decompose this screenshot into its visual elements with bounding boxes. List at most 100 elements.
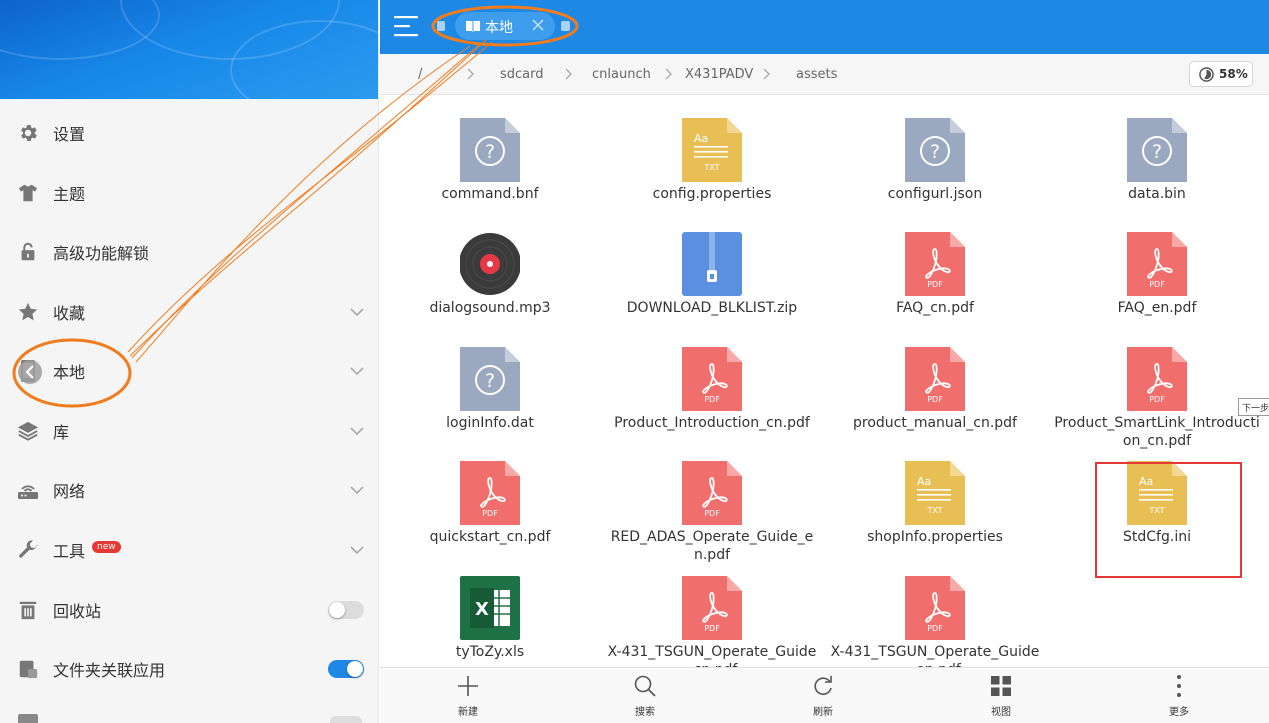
sidebar-item-theme[interactable]: 主题 xyxy=(0,163,378,222)
sidebar-item-label: 网络 xyxy=(53,481,86,501)
file-item[interactable]: PDF quickstart_cn.pdf xyxy=(380,439,600,554)
unknown-file-icon: ? xyxy=(905,118,965,182)
sidebar-item-label: 高级功能解锁 xyxy=(53,243,150,263)
storage-usage-button[interactable]: 58% xyxy=(1189,61,1253,87)
tooltip: 下一步 xyxy=(1238,398,1269,416)
file-name: Product_Introduction_cn.pdf xyxy=(614,415,810,431)
svg-text:PDF: PDF xyxy=(704,509,720,518)
sidebar-item-label: 收藏 xyxy=(53,303,86,323)
menu-icon[interactable] xyxy=(394,14,420,38)
breadcrumb-assets[interactable]: assets xyxy=(796,67,837,82)
file-item[interactable]: ? loginInfo.dat xyxy=(380,325,600,440)
chevron-down-icon[interactable] xyxy=(349,304,365,320)
file-item[interactable]: ? data.bin xyxy=(1047,96,1267,211)
file-name: config.properties xyxy=(652,186,772,202)
chevron-down-icon[interactable] xyxy=(349,482,365,498)
audio-file-icon xyxy=(460,232,520,296)
sidebar-item-network[interactable]: 网络 xyxy=(0,460,378,519)
file-name: DOWNLOAD_BLKLIST.zip xyxy=(626,300,798,316)
next-tab-edge[interactable] xyxy=(561,21,570,31)
file-item[interactable]: PDF X-431_TSGUN_Operate_Guide_en.pdf xyxy=(825,554,1045,667)
file-item[interactable]: Aa TXT StdCfg.ini xyxy=(1047,439,1267,554)
chevron-down-icon[interactable] xyxy=(349,363,365,379)
svg-text:TXT: TXT xyxy=(703,163,719,172)
sidebar-item-settings[interactable]: 设置 xyxy=(0,103,378,162)
gear-icon xyxy=(16,121,40,145)
unknown-file-icon: ? xyxy=(1127,118,1187,182)
svg-text:PDF: PDF xyxy=(704,395,720,404)
sidebar-item-favorites[interactable]: 收藏 xyxy=(0,282,378,341)
file-name: quickstart_cn.pdf xyxy=(429,529,551,545)
file-name: X-431_TSGUN_Operate_Guide_cn.pdf xyxy=(607,644,817,667)
chevron-down-icon[interactable] xyxy=(349,423,365,439)
file-grid: ? command.bnf Aa TXT config.properties? confi… xyxy=(380,96,1269,667)
breadcrumb-cnlaunch[interactable]: cnlaunch xyxy=(592,67,651,82)
sidebar-item-folder-apps[interactable]: 文件夹关联应用 xyxy=(0,639,378,698)
file-item[interactable]: PDF Product_Introduction_cn.pdf xyxy=(602,325,822,440)
svg-text:PDF: PDF xyxy=(482,509,498,518)
sidebar-item-label: 库 xyxy=(53,422,70,442)
file-item[interactable]: PDF FAQ_en.pdf xyxy=(1047,210,1267,325)
file-item[interactable]: Aa TXT config.properties xyxy=(602,96,822,211)
file-item[interactable]: PDF X-431_TSGUN_Operate_Guide_cn.pdf xyxy=(602,554,822,667)
file-item[interactable]: ? configurl.json xyxy=(825,96,1045,211)
chevron-right-icon xyxy=(763,68,770,80)
file-item[interactable]: PDF FAQ_cn.pdf xyxy=(825,210,1045,325)
chevron-right-icon xyxy=(665,68,672,80)
sidebar-item-library[interactable]: 库 xyxy=(0,401,378,460)
plus-icon xyxy=(458,676,478,696)
new-button[interactable]: 新建 xyxy=(438,668,498,723)
svg-text:PDF: PDF xyxy=(927,395,943,404)
sidebar-item-label: 工具 xyxy=(53,541,86,561)
unknown-file-icon: ? xyxy=(460,347,520,411)
svg-text:X: X xyxy=(475,599,489,620)
file-name: shopInfo.properties xyxy=(867,529,1003,545)
grid-view-icon xyxy=(991,676,1011,696)
more-button[interactable]: 更多 xyxy=(1149,668,1209,723)
search-button[interactable]: 搜索 xyxy=(615,668,675,723)
pdf-file-icon: PDF xyxy=(682,461,742,525)
file-item[interactable]: DOWNLOAD_BLKLIST.zip xyxy=(602,210,822,325)
file-item[interactable]: dialogsound.mp3 xyxy=(380,210,600,325)
star-icon xyxy=(16,300,40,324)
svg-text:PDF: PDF xyxy=(704,624,720,633)
file-item[interactable]: PDF product_manual_cn.pdf xyxy=(825,325,1045,440)
pdf-file-icon: PDF xyxy=(682,347,742,411)
book-icon xyxy=(466,21,480,32)
chevron-down-icon[interactable] xyxy=(349,542,365,558)
file-item[interactable]: XtyToZy.xls xyxy=(380,554,600,667)
file-item[interactable]: Aa TXT shopInfo.properties xyxy=(825,439,1045,554)
svg-text:?: ? xyxy=(485,370,495,392)
breadcrumb: / sdcard cnlaunch X431PADV assets 58% xyxy=(380,54,1269,95)
refresh-button[interactable]: 刷新 xyxy=(793,668,853,723)
recycle-bin-toggle[interactable] xyxy=(328,601,364,619)
breadcrumb-sdcard[interactable]: sdcard xyxy=(500,67,544,82)
more-label: 更多 xyxy=(1169,707,1189,718)
sidebar-item-local[interactable]: 本地 xyxy=(0,341,378,400)
view-button[interactable]: 视图 xyxy=(971,668,1031,723)
file-item[interactable]: PDF Product_SmartLink_Introduction_cn.pdf xyxy=(1047,325,1267,449)
sidebar-item-tools[interactable]: 工具 new xyxy=(0,520,378,579)
lock-icon xyxy=(16,240,40,264)
pie-chart-icon xyxy=(1199,67,1214,82)
file-name: X-431_TSGUN_Operate_Guide_en.pdf xyxy=(830,644,1040,667)
file-item[interactable]: PDF RED_ADAS_Operate_Guide_en.pdf xyxy=(602,439,822,563)
text-file-icon: Aa TXT xyxy=(1127,461,1187,525)
file-item[interactable]: ? command.bnf xyxy=(380,96,600,211)
sidebar-item-recycle-bin[interactable]: 回收站 xyxy=(0,580,378,639)
breadcrumb-root[interactable]: / xyxy=(418,67,422,82)
sidebar-item-unlock[interactable]: 高级功能解锁 xyxy=(0,222,378,281)
excel-file-icon: X xyxy=(460,576,520,640)
layers-icon xyxy=(16,419,40,443)
search-icon xyxy=(634,675,656,697)
file-name: command.bnf xyxy=(441,186,539,202)
previous-tab-edge[interactable] xyxy=(437,21,445,31)
svg-text:Aa: Aa xyxy=(694,132,708,145)
close-icon[interactable] xyxy=(532,19,544,31)
file-name: data.bin xyxy=(1128,186,1186,202)
file-name: loginInfo.dat xyxy=(446,415,534,431)
svg-text:?: ? xyxy=(1152,141,1162,163)
search-label: 搜索 xyxy=(635,707,655,718)
folder-apps-toggle[interactable] xyxy=(328,660,364,678)
breadcrumb-x431padv[interactable]: X431PADV xyxy=(685,67,753,82)
